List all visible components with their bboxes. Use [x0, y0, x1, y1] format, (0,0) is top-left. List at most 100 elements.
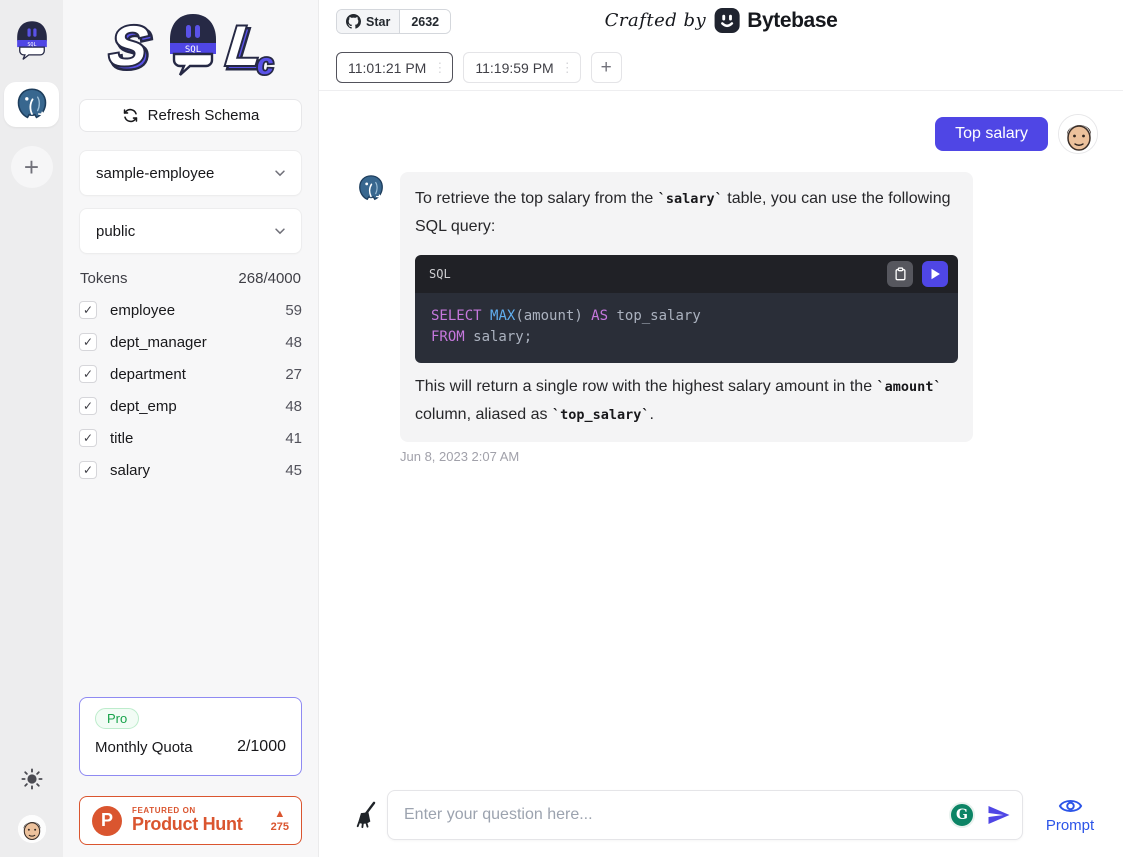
upvote-count: 275	[271, 822, 289, 833]
pro-badge: Pro	[95, 708, 139, 729]
user-message-row: Top salary	[319, 114, 1098, 154]
connection-rail: SQL +	[0, 0, 63, 857]
table-checkbox[interactable]: ✓	[79, 461, 97, 479]
schema-table-row: ✓ dept_emp48	[79, 390, 302, 422]
table-checkbox[interactable]: ✓	[79, 429, 97, 447]
refresh-schema-label: Refresh Schema	[148, 107, 260, 124]
schema-select[interactable]: public	[79, 208, 302, 254]
table-token-count: 48	[285, 398, 302, 415]
schema-select-value: public	[96, 223, 135, 240]
message-timestamp: Jun 8, 2023 2:07 AM	[400, 449, 1123, 464]
code-line: FROM salary;	[431, 327, 942, 348]
code-line: SELECT MAX(amount) AS top_salary	[431, 306, 942, 327]
star-count: 2632	[400, 10, 450, 33]
code-block-header: SQL	[415, 255, 958, 293]
tab-label: 11:19:59 PM	[475, 60, 553, 76]
table-list: ✓employee59✓dept_manager48✓department27✓…	[79, 294, 302, 486]
connection-postgres[interactable]	[4, 82, 59, 127]
add-connection-button[interactable]: +	[11, 146, 53, 188]
table-token-count: 45	[285, 462, 302, 479]
table-name: salary	[110, 462, 285, 479]
assistant-paragraph-1: To retrieve the top salary from the `sal…	[415, 185, 958, 241]
conversation-tab[interactable]: 11:01:21 PM⋮	[336, 52, 453, 83]
quota-label: Monthly Quota	[95, 739, 193, 756]
table-checkbox[interactable]: ✓	[79, 397, 97, 415]
brand-name: Bytebase	[747, 9, 837, 33]
chat-area: Top salary	[319, 92, 1123, 790]
user-chat-avatar	[1058, 114, 1098, 154]
tokens-summary: Tokens 268/4000	[79, 270, 302, 287]
postgres-icon	[14, 87, 50, 123]
clear-conversation-broom-icon[interactable]	[355, 801, 380, 829]
code-body[interactable]: SELECT MAX(amount) AS top_salaryFROM sal…	[415, 293, 958, 363]
question-input-wrap: G	[387, 790, 1023, 840]
sql-code-block: SQL SELECT MAX(amount) AS	[415, 255, 958, 363]
user-face-icon	[18, 815, 46, 843]
refresh-icon	[122, 107, 139, 124]
tab-menu-kebab-icon[interactable]: ⋮	[561, 60, 574, 76]
quota-value: 2/1000	[237, 738, 286, 756]
sidebar: S S SQL L L c	[63, 0, 319, 857]
table-name: employee	[110, 302, 285, 319]
database-select-value: sample-employee	[96, 165, 214, 182]
question-input[interactable]	[387, 790, 1023, 840]
database-select[interactable]: sample-employee	[79, 150, 302, 196]
upvote-triangle-icon: ▲	[271, 809, 289, 820]
table-checkbox[interactable]: ✓	[79, 301, 97, 319]
table-token-count: 27	[285, 366, 302, 383]
assistant-message-row: To retrieve the top salary from the `sal…	[356, 172, 1123, 442]
prompt-button[interactable]: Prompt	[1037, 796, 1103, 834]
chevron-down-icon	[273, 224, 287, 238]
tab-list: 11:01:21 PM⋮ 11:19:59 PM ⋮	[336, 52, 581, 83]
sqlchat-app: SQL +	[0, 0, 1123, 857]
schema-table-row: ✓ department27	[79, 358, 302, 390]
theme-toggle-button[interactable]	[21, 768, 43, 795]
assistant-paragraph-2: This will return a single row with the h…	[415, 373, 958, 429]
sqlchat-bot-avatar[interactable]: SQL	[13, 20, 51, 60]
code-language-label: SQL	[429, 267, 887, 281]
table-token-count: 48	[285, 334, 302, 351]
conversation-tab[interactable]: 11:19:59 PM ⋮	[463, 52, 580, 83]
github-icon	[346, 14, 361, 29]
user-account-avatar[interactable]	[18, 815, 46, 843]
sqlchat-logo: S S SQL L L c	[95, 8, 287, 86]
sqlchat-bot-icon: SQL	[13, 20, 51, 60]
product-hunt-badge[interactable]: P FEATURED ON Product Hunt ▲ 275	[79, 796, 302, 845]
grammarly-icon[interactable]: G	[949, 802, 975, 828]
tab-menu-kebab-icon[interactable]: ⋮	[433, 60, 446, 76]
table-name: department	[110, 366, 285, 383]
schema-table-row: ✓ salary45	[79, 454, 302, 486]
user-message-bubble[interactable]: Top salary	[935, 117, 1048, 151]
table-checkbox[interactable]: ✓	[79, 333, 97, 351]
product-hunt-name: Product Hunt	[132, 815, 271, 834]
svg-text:c: c	[255, 48, 275, 81]
refresh-schema-button[interactable]: Refresh Schema	[79, 99, 302, 132]
send-icon[interactable]	[986, 803, 1011, 827]
github-star-button[interactable]: Star 2632	[336, 9, 451, 34]
bytebase-logo-icon	[713, 7, 740, 34]
conversation-tabs: 11:01:21 PM⋮ 11:19:59 PM ⋮ +	[319, 52, 1123, 91]
tokens-label: Tokens	[80, 270, 128, 287]
inline-code: `top_salary`	[552, 407, 650, 423]
copy-code-button[interactable]	[887, 261, 913, 287]
table-checkbox[interactable]: ✓	[79, 365, 97, 383]
star-label: Star	[366, 15, 390, 29]
play-icon	[930, 268, 941, 280]
sun-icon	[21, 768, 43, 790]
new-conversation-button[interactable]: +	[591, 52, 622, 83]
product-hunt-logo-icon: P	[92, 806, 122, 836]
table-name: title	[110, 430, 285, 447]
inline-code: `amount`	[877, 379, 942, 395]
product-hunt-upvotes: ▲ 275	[271, 809, 289, 833]
main-panel: Star 2632 Crafted by Bytebase 11:01:21 P…	[319, 0, 1123, 857]
prompt-label: Prompt	[1046, 817, 1094, 834]
inline-code: `salary`	[658, 191, 723, 207]
crafted-by-brand[interactable]: Crafted by Bytebase	[605, 7, 838, 34]
quota-card: Pro Monthly Quota 2/1000	[79, 697, 302, 776]
table-name: dept_manager	[110, 334, 285, 351]
table-name: dept_emp	[110, 398, 285, 415]
run-query-button[interactable]	[922, 261, 948, 287]
tokens-value: 268/4000	[238, 270, 301, 287]
table-token-count: 41	[285, 430, 302, 447]
schema-table-row: ✓employee59	[79, 294, 302, 326]
